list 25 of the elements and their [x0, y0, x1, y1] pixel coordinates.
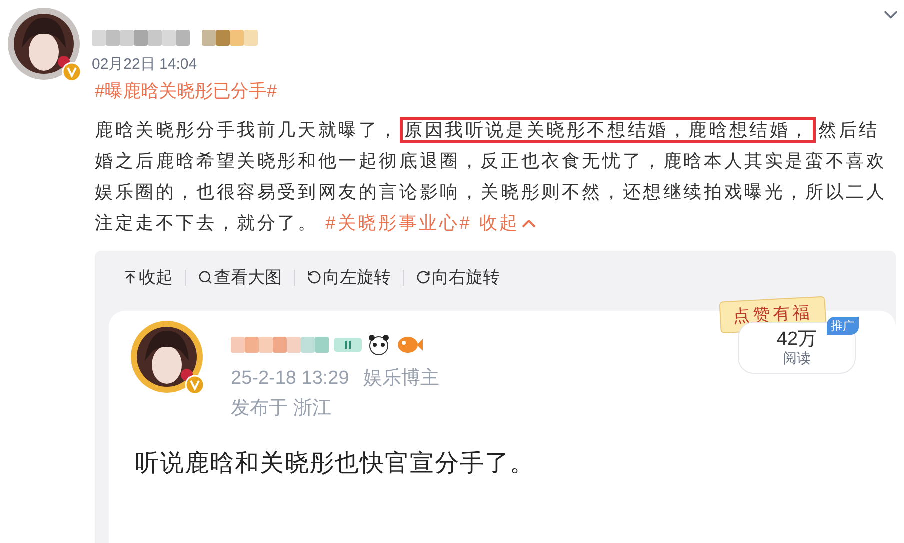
post-text: 鹿晗关晓彤分手我前几天就曝了， 原因我听说是关晓彤不想结婚，鹿晗想结婚， 然后结婚之后鹿晗希望关晓彤和他一起彻底退圈，反正也衣食无忧了，鹿晗本人其实是蛮不喜欢娱乐圈的，也很容易受到网友的言论影响，关晓彤则不然，还想继续拍戏曝光，所以二人注定走不下去，就分了。 #关晓彤事业心# 收起 — [95, 115, 895, 239]
avatar — [131, 320, 203, 392]
verified-badge-icon — [62, 62, 82, 82]
highlight-box: 原因我听说是关晓彤不想结婚，鹿晗想结婚， — [400, 117, 816, 143]
post-location: 发布于 浙江 — [231, 397, 332, 421]
verified-badge-icon — [185, 374, 205, 394]
post-date: 02月22日 14:04 — [92, 55, 198, 75]
avatar — [8, 8, 80, 80]
toolbar-button[interactable]: 向右旋转 — [416, 265, 500, 290]
panda-icon — [367, 332, 391, 356]
blurred-badge — [202, 28, 258, 48]
search-icon — [198, 270, 213, 286]
chevron-up-icon — [522, 220, 536, 228]
toolbar-button[interactable]: 查看大图 — [198, 265, 282, 290]
toolbar-button[interactable]: 向左旋转 — [307, 265, 391, 290]
read-label: 阅读 — [783, 350, 811, 366]
toolbar-button[interactable]: 收起 — [123, 265, 173, 290]
author-role: 娱乐博主 — [363, 366, 440, 390]
rotate-left-icon — [307, 270, 322, 286]
rotate-right-icon — [416, 270, 431, 286]
post-time: 25-2-18 13:29 — [231, 366, 350, 390]
read-count: 42万 — [776, 330, 818, 350]
promo-tag: 推广 — [827, 317, 859, 335]
embedded-post-text: 听说鹿晗和关晓彤也快官宣分手了。 — [135, 448, 536, 478]
upload-icon — [123, 270, 138, 286]
